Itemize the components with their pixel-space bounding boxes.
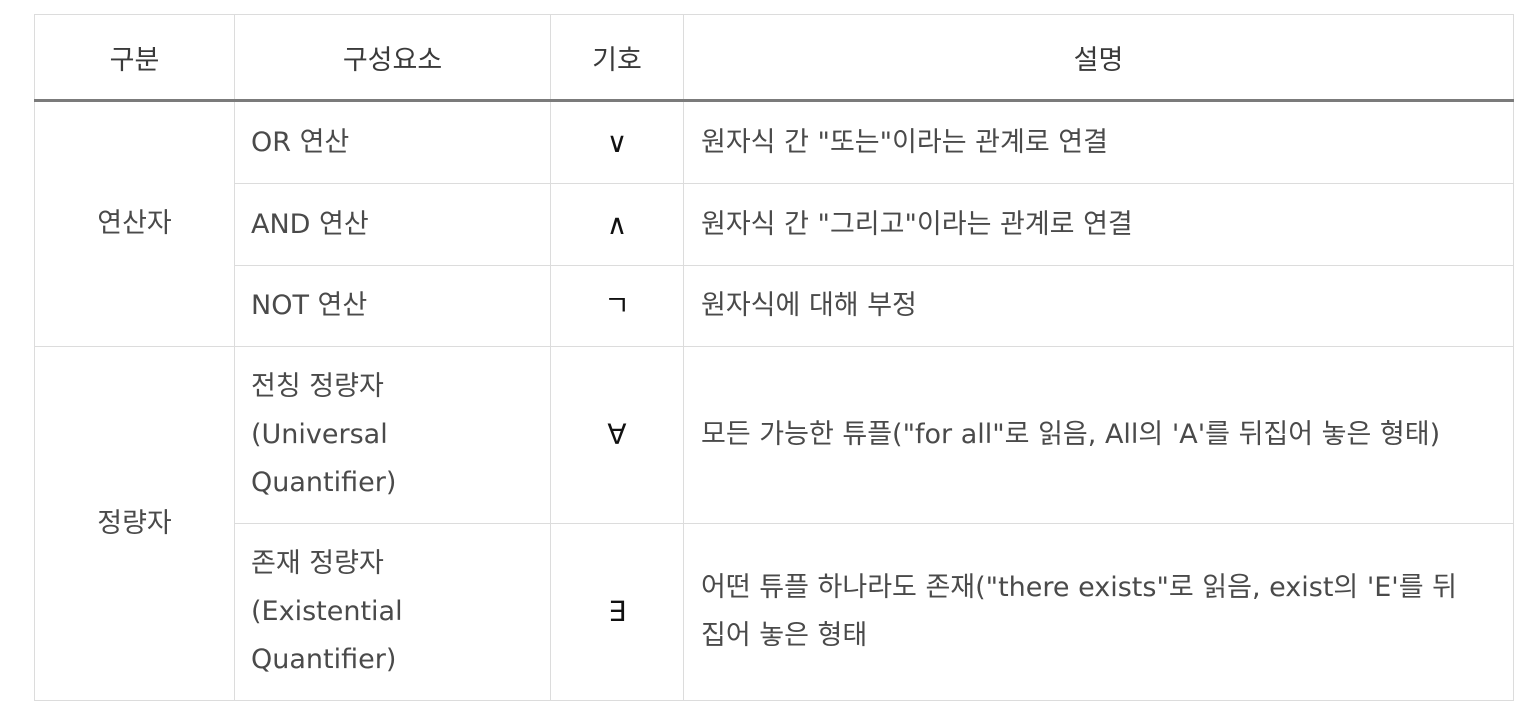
component-cell: OR 연산 [234, 100, 551, 184]
description-line: 집어 놓은 형태 [701, 620, 868, 651]
component-cell: 전칭 정량자 (Universal Quantifier) [234, 346, 551, 524]
header-description: 설명 [683, 14, 1514, 102]
header-category: 구분 [34, 14, 235, 102]
symbol-cell: ∨ [550, 100, 684, 184]
description-cell: 원자식 간 "그리고"이라는 관계로 연결 [683, 183, 1514, 266]
table-row: AND 연산 ∧ 원자식 간 "그리고"이라는 관계로 연결 [35, 183, 1514, 266]
symbol-cell: ∃ [550, 523, 684, 701]
symbol-cell: ∀ [550, 346, 684, 524]
description-cell: 원자식에 대해 부정 [683, 265, 1514, 347]
description-cell: 모든 가능한 튜플("for all"로 읽음, All의 'A'를 뒤집어 놓… [683, 346, 1514, 524]
table-row: NOT 연산 ㄱ 원자식에 대해 부정 [35, 265, 1514, 347]
relational-calculus-table: 구분 구성요소 기호 설명 연산자 OR 연산 ∨ 원자식 간 "또는"이라는 … [34, 14, 1514, 701]
category-cell: 연산자 [34, 100, 235, 347]
symbol-cell: ㄱ [550, 265, 684, 347]
description-cell: 어떤 튜플 하나라도 존재("there exists"로 읽음, exist의… [683, 523, 1514, 701]
header-row: 구분 구성요소 기호 설명 [34, 14, 1514, 102]
table-row: 연산자 OR 연산 ∨ 원자식 간 "또는"이라는 관계로 연결 [34, 100, 1514, 347]
symbol-cell: ∧ [550, 183, 684, 266]
header-component: 구성요소 [234, 14, 551, 102]
component-cell: 존재 정량자 (Existential Quantifier) [234, 523, 551, 701]
component-cell: AND 연산 [234, 183, 551, 266]
description-cell: 원자식 간 "또는"이라는 관계로 연결 [683, 100, 1514, 184]
component-cell: NOT 연산 [234, 265, 551, 347]
component-line: (Universal [251, 419, 388, 450]
component-line: Quantifier) [251, 644, 397, 675]
table-container: 구분 구성요소 기호 설명 연산자 OR 연산 ∨ 원자식 간 "또는"이라는 … [34, 14, 1514, 701]
component-line: 전칭 정량자 [251, 371, 384, 402]
component-line: Quantifier) [251, 467, 397, 498]
table-row: 정량자 전칭 정량자 (Universal Quantifier) ∀ 모든 가… [34, 346, 1514, 701]
component-line: (Existential [251, 596, 403, 627]
category-cell: 정량자 [34, 346, 235, 701]
component-line: 존재 정량자 [251, 548, 384, 579]
table-row: 존재 정량자 (Existential Quantifier) ∃ 어떤 튜플 … [35, 523, 1514, 701]
header-symbol: 기호 [550, 14, 684, 102]
description-line: 어떤 튜플 하나라도 존재("there exists"로 읽음, exist의… [701, 572, 1457, 603]
